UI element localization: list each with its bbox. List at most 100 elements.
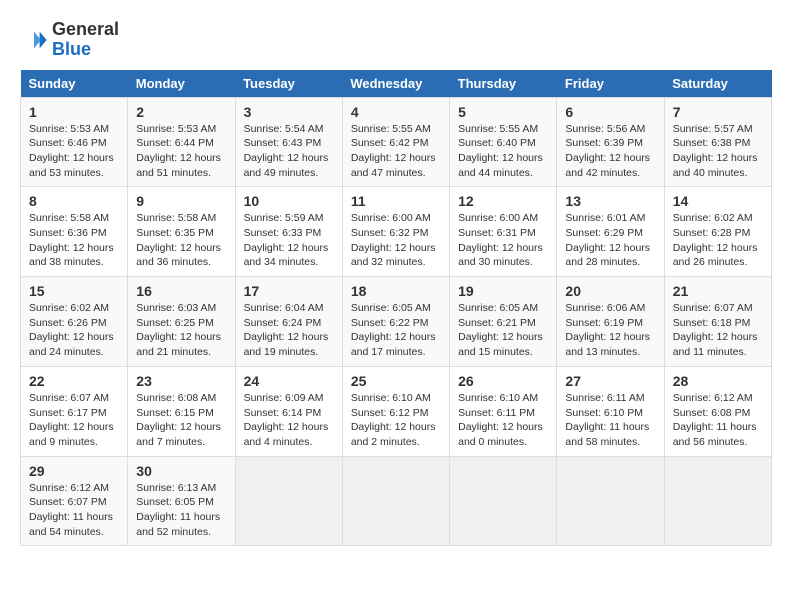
day-info: Sunrise: 6:12 AM Sunset: 6:07 PM Dayligh… <box>29 481 119 540</box>
calendar-cell <box>450 456 557 546</box>
day-info: Sunrise: 6:05 AM Sunset: 6:21 PM Dayligh… <box>458 301 548 360</box>
calendar-cell: 12 Sunrise: 6:00 AM Sunset: 6:31 PM Dayli… <box>450 187 557 277</box>
calendar-week-row: 8 Sunrise: 5:58 AM Sunset: 6:36 PM Daylig… <box>21 187 772 277</box>
day-number: 9 <box>136 193 226 209</box>
logo-name: General Blue <box>52 20 119 60</box>
day-info: Sunrise: 5:58 AM Sunset: 6:36 PM Dayligh… <box>29 211 119 270</box>
day-number: 22 <box>29 373 119 389</box>
calendar-cell: 16 Sunrise: 6:03 AM Sunset: 6:25 PM Dayli… <box>128 277 235 367</box>
day-info: Sunrise: 6:12 AM Sunset: 6:08 PM Dayligh… <box>673 391 763 450</box>
day-info: Sunrise: 6:13 AM Sunset: 6:05 PM Dayligh… <box>136 481 226 540</box>
day-number: 17 <box>244 283 334 299</box>
day-info: Sunrise: 6:09 AM Sunset: 6:14 PM Dayligh… <box>244 391 334 450</box>
calendar-cell: 13Sunrise: 6:01 AM Sunset: 6:29 PM Dayli… <box>557 187 664 277</box>
day-info: Sunrise: 6:10 AM Sunset: 6:11 PM Dayligh… <box>458 391 548 450</box>
logo-icon <box>20 26 48 54</box>
day-info: Sunrise: 5:55 AM Sunset: 6:42 PM Dayligh… <box>351 122 441 181</box>
calendar-cell: 24 Sunrise: 6:09 AM Sunset: 6:14 PM Dayli… <box>235 366 342 456</box>
day-number: 24 <box>244 373 334 389</box>
day-info: Sunrise: 5:55 AM Sunset: 6:40 PM Dayligh… <box>458 122 548 181</box>
day-info: Sunrise: 6:07 AM Sunset: 6:18 PM Dayligh… <box>673 301 763 360</box>
calendar-cell: 28 Sunrise: 6:12 AM Sunset: 6:08 PM Dayli… <box>664 366 771 456</box>
calendar-cell <box>557 456 664 546</box>
calendar-cell: 4Sunrise: 5:55 AM Sunset: 6:42 PM Daylig… <box>342 97 449 187</box>
day-number: 11 <box>351 193 441 209</box>
day-number: 13 <box>565 193 655 209</box>
day-number: 7 <box>673 104 763 120</box>
day-info: Sunrise: 5:58 AM Sunset: 6:35 PM Dayligh… <box>136 211 226 270</box>
calendar-cell: 20 Sunrise: 6:06 AM Sunset: 6:19 PM Dayli… <box>557 277 664 367</box>
calendar-header-row: SundayMondayTuesdayWednesdayThursdayFrid… <box>21 70 772 98</box>
day-number: 8 <box>29 193 119 209</box>
day-info: Sunrise: 6:06 AM Sunset: 6:19 PM Dayligh… <box>565 301 655 360</box>
calendar-header-cell: Monday <box>128 70 235 98</box>
day-number: 12 <box>458 193 548 209</box>
day-info: Sunrise: 6:11 AM Sunset: 6:10 PM Dayligh… <box>565 391 655 450</box>
day-number: 6 <box>565 104 655 120</box>
day-number: 5 <box>458 104 548 120</box>
calendar-table: SundayMondayTuesdayWednesdayThursdayFrid… <box>20 70 772 547</box>
calendar-week-row: 22 Sunrise: 6:07 AM Sunset: 6:17 PM Dayli… <box>21 366 772 456</box>
day-number: 26 <box>458 373 548 389</box>
day-info: Sunrise: 6:10 AM Sunset: 6:12 PM Dayligh… <box>351 391 441 450</box>
calendar-cell <box>342 456 449 546</box>
day-number: 1 <box>29 104 119 120</box>
calendar-cell: 11 Sunrise: 6:00 AM Sunset: 6:32 PM Dayli… <box>342 187 449 277</box>
calendar-cell: 1 Sunrise: 5:53 AM Sunset: 6:46 PM Daylig… <box>21 97 128 187</box>
day-info: Sunrise: 6:02 AM Sunset: 6:26 PM Dayligh… <box>29 301 119 360</box>
day-info: Sunrise: 6:00 AM Sunset: 6:31 PM Dayligh… <box>458 211 548 270</box>
calendar-week-row: 29 Sunrise: 6:12 AM Sunset: 6:07 PM Dayli… <box>21 456 772 546</box>
calendar-cell: 18 Sunrise: 6:05 AM Sunset: 6:22 PM Dayli… <box>342 277 449 367</box>
calendar-cell: 15 Sunrise: 6:02 AM Sunset: 6:26 PM Dayli… <box>21 277 128 367</box>
calendar-body: 1 Sunrise: 5:53 AM Sunset: 6:46 PM Daylig… <box>21 97 772 546</box>
day-number: 21 <box>673 283 763 299</box>
calendar-header-cell: Thursday <box>450 70 557 98</box>
day-number: 2 <box>136 104 226 120</box>
calendar-header-cell: Saturday <box>664 70 771 98</box>
day-number: 18 <box>351 283 441 299</box>
day-info: Sunrise: 6:02 AM Sunset: 6:28 PM Dayligh… <box>673 211 763 270</box>
calendar-week-row: 1 Sunrise: 5:53 AM Sunset: 6:46 PM Daylig… <box>21 97 772 187</box>
calendar-header-cell: Sunday <box>21 70 128 98</box>
day-number: 23 <box>136 373 226 389</box>
calendar-cell: 9 Sunrise: 5:58 AM Sunset: 6:35 PM Daylig… <box>128 187 235 277</box>
day-number: 16 <box>136 283 226 299</box>
day-number: 14 <box>673 193 763 209</box>
calendar-cell <box>664 456 771 546</box>
calendar-cell: 23Sunrise: 6:08 AM Sunset: 6:15 PM Dayli… <box>128 366 235 456</box>
calendar-cell: 5 Sunrise: 5:55 AM Sunset: 6:40 PM Daylig… <box>450 97 557 187</box>
calendar-header-cell: Tuesday <box>235 70 342 98</box>
day-number: 27 <box>565 373 655 389</box>
day-info: Sunrise: 5:56 AM Sunset: 6:39 PM Dayligh… <box>565 122 655 181</box>
day-number: 28 <box>673 373 763 389</box>
calendar-cell: 6 Sunrise: 5:56 AM Sunset: 6:39 PM Daylig… <box>557 97 664 187</box>
day-info: Sunrise: 5:53 AM Sunset: 6:46 PM Dayligh… <box>29 122 119 181</box>
calendar-header-cell: Friday <box>557 70 664 98</box>
day-number: 20 <box>565 283 655 299</box>
day-number: 15 <box>29 283 119 299</box>
header: General Blue <box>20 20 772 60</box>
day-number: 30 <box>136 463 226 479</box>
calendar-cell: 14 Sunrise: 6:02 AM Sunset: 6:28 PM Dayli… <box>664 187 771 277</box>
calendar-cell: 3Sunrise: 5:54 AM Sunset: 6:43 PM Daylig… <box>235 97 342 187</box>
day-info: Sunrise: 5:53 AM Sunset: 6:44 PM Dayligh… <box>136 122 226 181</box>
calendar-cell: 2 Sunrise: 5:53 AM Sunset: 6:44 PM Daylig… <box>128 97 235 187</box>
day-number: 10 <box>244 193 334 209</box>
logo: General Blue <box>20 20 119 60</box>
day-info: Sunrise: 5:54 AM Sunset: 6:43 PM Dayligh… <box>244 122 334 181</box>
calendar-cell: 27 Sunrise: 6:11 AM Sunset: 6:10 PM Dayli… <box>557 366 664 456</box>
calendar-cell: 21 Sunrise: 6:07 AM Sunset: 6:18 PM Dayli… <box>664 277 771 367</box>
day-info: Sunrise: 6:05 AM Sunset: 6:22 PM Dayligh… <box>351 301 441 360</box>
calendar-cell: 8 Sunrise: 5:58 AM Sunset: 6:36 PM Daylig… <box>21 187 128 277</box>
calendar-cell: 10 Sunrise: 5:59 AM Sunset: 6:33 PM Dayli… <box>235 187 342 277</box>
day-info: Sunrise: 6:04 AM Sunset: 6:24 PM Dayligh… <box>244 301 334 360</box>
day-info: Sunrise: 5:59 AM Sunset: 6:33 PM Dayligh… <box>244 211 334 270</box>
calendar-week-row: 15 Sunrise: 6:02 AM Sunset: 6:26 PM Dayli… <box>21 277 772 367</box>
day-info: Sunrise: 6:00 AM Sunset: 6:32 PM Dayligh… <box>351 211 441 270</box>
calendar-cell: 19Sunrise: 6:05 AM Sunset: 6:21 PM Dayli… <box>450 277 557 367</box>
day-info: Sunrise: 6:03 AM Sunset: 6:25 PM Dayligh… <box>136 301 226 360</box>
day-number: 25 <box>351 373 441 389</box>
day-number: 29 <box>29 463 119 479</box>
calendar-cell: 25 Sunrise: 6:10 AM Sunset: 6:12 PM Dayli… <box>342 366 449 456</box>
day-info: Sunrise: 6:07 AM Sunset: 6:17 PM Dayligh… <box>29 391 119 450</box>
